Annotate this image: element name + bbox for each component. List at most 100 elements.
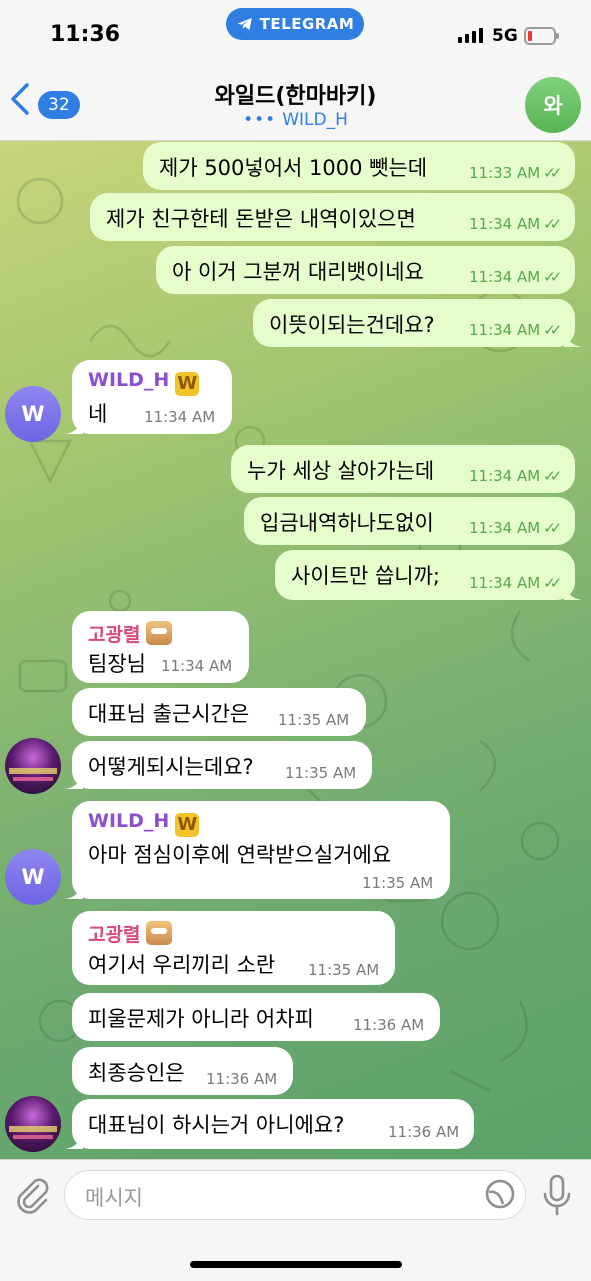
message-composer: 메시지 bbox=[0, 1159, 591, 1281]
message-text: 어떻게되시는데요? bbox=[88, 755, 254, 779]
message-bubble-out[interactable]: 이뜻이되는건데요? 11:34 AM ✓✓ bbox=[253, 299, 582, 347]
telegram-pill[interactable]: TELEGRAM bbox=[226, 8, 364, 40]
message-time: 11:34 AM bbox=[469, 268, 541, 286]
message-time: 11:35 AM bbox=[285, 764, 357, 782]
clock: 11:36 bbox=[50, 22, 121, 47]
message-text: 입금내역하나도없이 bbox=[260, 511, 434, 535]
message-bubble-out[interactable]: 누가 세상 살아가는데 11:34 AM ✓✓ bbox=[231, 445, 575, 493]
message-text: 아마 점심이후에 연락받으실거에요 bbox=[88, 843, 392, 867]
message-bubble-in[interactable]: 대표님 출근시간은 11:35 AM bbox=[72, 688, 366, 736]
bubble-tail bbox=[65, 418, 83, 434]
message-time: 11:34 AM bbox=[469, 215, 541, 233]
chat-title[interactable]: 와일드(한마바키) bbox=[0, 78, 591, 110]
bubble-tail bbox=[65, 1133, 83, 1149]
message-text: 최종승인은 bbox=[88, 1061, 185, 1085]
sender-name-text: 고광렬 bbox=[88, 924, 141, 946]
sender-avatar[interactable]: W bbox=[5, 386, 61, 442]
message-time: 11:35 AM bbox=[308, 961, 380, 979]
message-input[interactable]: 메시지 bbox=[64, 1170, 526, 1220]
message-time: 11:36 AM bbox=[388, 1123, 460, 1141]
message-bubble-in[interactable]: 대표님이 하시는거 아니에요? 11:36 AM bbox=[65, 1099, 474, 1149]
w-emoji-icon: W bbox=[175, 813, 200, 837]
message-time: 11:35 AM bbox=[278, 711, 350, 729]
message-bubble-out[interactable]: 입금내역하나도없이 11:34 AM ✓✓ bbox=[244, 497, 575, 545]
message-time: 11:34 AM bbox=[469, 574, 541, 592]
message-bubble-in[interactable]: 고광렬 팀장님 11:34 AM bbox=[72, 611, 249, 683]
message-meta: 11:34 AM ✓✓ bbox=[469, 268, 562, 286]
message-list[interactable]: 오늘 제가 500넣어서 1000 뺏는데 11:33 AM✓✓ 제가 친구한테… bbox=[0, 141, 591, 1159]
chat-header: 32 와일드(한마바키) ••• WILD_H 와 bbox=[0, 60, 591, 141]
typing-user: WILD_H bbox=[282, 110, 348, 130]
message-time: 11:35 AM bbox=[362, 874, 434, 892]
status-bar: 11:36 TELEGRAM 5G bbox=[0, 0, 591, 60]
chat-avatar[interactable]: 와 bbox=[525, 77, 581, 133]
message-text: 제가 친구한테 돈받은 내역이있으면 bbox=[106, 207, 416, 231]
message-text: 사이트만 씁니까; bbox=[291, 564, 440, 588]
message-text: 누가 세상 살아가는데 bbox=[247, 459, 435, 483]
message-bubble-in[interactable]: 피울문제가 아니라 어차피 11:36 AM bbox=[72, 993, 440, 1041]
home-indicator[interactable] bbox=[190, 1261, 402, 1268]
message-meta: 11:34 AM ✓✓ bbox=[469, 467, 562, 485]
message-time: 11:34 AM bbox=[161, 657, 233, 675]
cat-emoji-icon bbox=[146, 621, 173, 645]
message-text: 여기서 우리끼리 소란 bbox=[88, 953, 276, 977]
bubble-tail bbox=[564, 584, 582, 600]
network-type: 5G bbox=[492, 26, 518, 46]
cat-emoji-icon bbox=[146, 921, 173, 945]
sender-avatar-image[interactable] bbox=[5, 1096, 61, 1152]
double-check-icon: ✓✓ bbox=[543, 215, 562, 233]
double-check-icon: ✓✓ bbox=[543, 321, 562, 339]
bubble-tail bbox=[564, 331, 582, 347]
attach-paperclip-icon[interactable] bbox=[14, 1176, 50, 1214]
sender-name[interactable]: WILD_H W bbox=[88, 369, 200, 396]
message-meta: 11:34 AM ✓✓ bbox=[469, 574, 562, 592]
message-bubble-in[interactable]: 고광렬 여기서 우리끼리 소란 11:35 AM bbox=[72, 911, 395, 985]
signal-icon bbox=[458, 28, 483, 43]
message-time: 11:34 AM bbox=[144, 408, 216, 426]
message-time: 11:34 AM bbox=[469, 467, 541, 485]
double-check-icon: ✓✓ bbox=[543, 574, 562, 592]
message-time: 11:34 AM bbox=[469, 321, 541, 339]
sender-name[interactable]: 고광렬 bbox=[88, 920, 173, 947]
message-text: 제가 500넣어서 1000 뺏는데 bbox=[159, 156, 428, 180]
bubble-tail bbox=[65, 773, 83, 789]
message-input-placeholder: 메시지 bbox=[85, 1186, 143, 1210]
double-check-icon: ✓✓ bbox=[543, 268, 562, 286]
sender-avatar[interactable]: W bbox=[5, 849, 61, 905]
sender-avatar-image[interactable] bbox=[5, 738, 61, 794]
message-bubble-in[interactable]: 최종승인은 11:36 AM bbox=[72, 1047, 293, 1095]
message-text: 피울문제가 아니라 어차피 bbox=[88, 1007, 314, 1031]
microphone-icon[interactable] bbox=[542, 1174, 572, 1216]
message-bubble-out[interactable]: 아 이거 그분꺼 대리뱃이네요 11:34 AM ✓✓ bbox=[156, 246, 575, 294]
message-bubble-in[interactable]: WILD_H W 네 11:34 AM bbox=[65, 360, 232, 434]
sender-name-text: 고광렬 bbox=[88, 624, 141, 646]
message-time: 11:36 AM bbox=[206, 1070, 278, 1088]
double-check-icon: ✓✓ bbox=[543, 519, 562, 537]
w-emoji-icon: W bbox=[175, 372, 200, 396]
message-text: 아 이거 그분꺼 대리뱃이네요 bbox=[172, 260, 424, 284]
battery-icon bbox=[524, 27, 559, 45]
message-meta: 11:34 AM ✓✓ bbox=[469, 519, 562, 537]
sender-name[interactable]: 고광렬 bbox=[88, 620, 173, 647]
message-bubble-out[interactable]: 사이트만 씁니까; 11:34 AM ✓✓ bbox=[275, 550, 582, 600]
message-text: 대표님 출근시간은 bbox=[88, 702, 250, 726]
message-meta: 11:34 AM ✓✓ bbox=[469, 215, 562, 233]
message-text: 네 bbox=[88, 402, 108, 426]
telegram-pill-label: TELEGRAM bbox=[259, 15, 355, 33]
message-bubble-in[interactable]: WILD_H W 아마 점심이후에 연락받으실거에요 11:35 AM bbox=[65, 801, 450, 899]
message-bubble-in[interactable]: 어떻게되시는데요? 11:35 AM bbox=[65, 741, 372, 789]
telegram-plane-icon bbox=[237, 18, 252, 30]
sticker-icon[interactable] bbox=[484, 1178, 516, 1210]
message-text: 팀장님 bbox=[88, 652, 146, 676]
message-meta: 11:34 AM ✓✓ bbox=[469, 321, 562, 339]
message-text: 이뜻이되는건데요? bbox=[269, 313, 435, 337]
bubble-tail bbox=[65, 883, 83, 899]
message-bubble-out[interactable]: 제가 500넣어서 1000 뺏는데 11:33 AM ✓✓ bbox=[143, 142, 575, 190]
message-time: 11:33 AM bbox=[469, 164, 541, 182]
double-check-icon: ✓✓ bbox=[543, 467, 562, 485]
sender-name-text: WILD_H bbox=[88, 810, 170, 832]
sender-name[interactable]: WILD_H W bbox=[88, 810, 200, 837]
typing-dots-icon: ••• bbox=[243, 110, 277, 130]
message-text: 대표님이 하시는거 아니에요? bbox=[88, 1113, 345, 1137]
message-bubble-out[interactable]: 제가 친구한테 돈받은 내역이있으면 11:34 AM ✓✓ bbox=[90, 193, 575, 241]
